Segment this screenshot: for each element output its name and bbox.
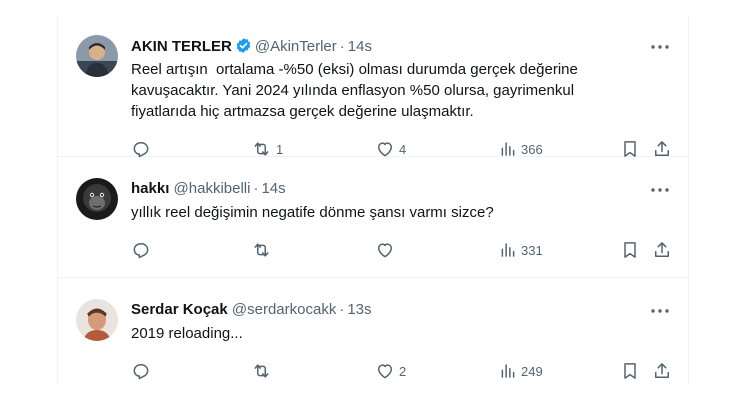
retweet-count: 1 xyxy=(276,141,284,157)
views-chart-icon xyxy=(501,243,515,257)
retweet-icon xyxy=(254,364,269,378)
share-icon xyxy=(655,363,669,378)
tweet-text: Reel artışın ortalama -%50 (eksi) olması… xyxy=(131,61,578,120)
reply-button[interactable] xyxy=(131,360,155,382)
bookmark-button[interactable] xyxy=(620,239,640,261)
more-options-icon[interactable] xyxy=(649,300,671,322)
verified-badge-icon xyxy=(235,37,252,59)
reply-icon xyxy=(133,364,149,380)
view-count: 331 xyxy=(521,242,543,258)
bookmark-icon xyxy=(624,242,636,258)
timeline: AKIN TERLER @AkinTerler · 14s Reel artışın … xyxy=(57,14,689,385)
view-count: 249 xyxy=(521,363,543,379)
author-handle[interactable]: @serdarkocakk xyxy=(232,301,336,318)
view-count: 366 xyxy=(521,141,543,157)
tweet-header: Serdar Koçak @serdarkocakk · 13s xyxy=(131,301,372,319)
tweet[interactable]: AKIN TERLER @AkinTerler · 14s Reel artışın … xyxy=(58,14,688,158)
views-chart-icon xyxy=(501,364,515,378)
separator-dot: · xyxy=(339,301,345,318)
reply-button[interactable] xyxy=(131,239,155,261)
share-icon xyxy=(655,141,669,156)
views-chart-icon xyxy=(501,142,515,156)
timestamp[interactable]: 14s xyxy=(261,180,285,197)
tweet[interactable]: Serdar Koçak @serdarkocakk · 13s 2019 relo… xyxy=(58,278,688,383)
author-handle[interactable]: @hakkibelli xyxy=(174,180,251,197)
views-button[interactable]: 249 xyxy=(499,360,543,382)
bookmark-button[interactable] xyxy=(620,360,640,382)
tweet-header: AKIN TERLER @AkinTerler · 14s xyxy=(131,37,372,59)
like-count: 2 xyxy=(399,363,407,379)
retweet-button[interactable] xyxy=(251,360,276,382)
views-button[interactable]: 331 xyxy=(499,239,543,261)
more-options-icon[interactable] xyxy=(649,36,671,58)
separator-dot: · xyxy=(339,38,345,55)
reply-icon xyxy=(133,142,149,158)
share-button[interactable] xyxy=(652,360,672,382)
bookmark-icon xyxy=(624,141,636,157)
heart-icon xyxy=(378,142,392,157)
tweet-text: yıllık reel değişimin negatife dönme şan… xyxy=(131,204,494,221)
action-bar: 2 249 xyxy=(58,360,688,382)
heart-icon xyxy=(378,364,392,379)
avatar[interactable] xyxy=(76,178,118,220)
tweet-header: hakkı @hakkibelli · 14s xyxy=(131,180,286,198)
reply-icon xyxy=(133,243,149,259)
heart-icon xyxy=(378,243,392,258)
author-handle[interactable]: @AkinTerler xyxy=(255,38,337,55)
avatar[interactable] xyxy=(76,35,118,77)
share-button[interactable] xyxy=(652,239,672,261)
more-options-icon[interactable] xyxy=(649,179,671,201)
tweet[interactable]: hakkı @hakkibelli · 14s yıllık reel değişi… xyxy=(58,157,688,278)
bookmark-icon xyxy=(624,363,636,379)
like-button[interactable] xyxy=(375,239,399,261)
retweet-button[interactable] xyxy=(251,239,276,261)
author-name[interactable]: hakkı xyxy=(131,180,169,197)
avatar[interactable] xyxy=(76,299,118,341)
tweet-text: 2019 reloading... xyxy=(131,325,243,342)
action-bar: 331 xyxy=(58,239,688,261)
retweet-icon xyxy=(254,142,269,156)
separator-dot: · xyxy=(253,180,259,197)
like-button[interactable]: 2 xyxy=(375,360,406,382)
timestamp[interactable]: 13s xyxy=(347,301,371,318)
author-name[interactable]: Serdar Koçak xyxy=(131,301,228,318)
timestamp[interactable]: 14s xyxy=(348,38,372,55)
like-count: 4 xyxy=(399,141,407,157)
retweet-icon xyxy=(254,243,269,257)
share-icon xyxy=(655,242,669,257)
author-name[interactable]: AKIN TERLER xyxy=(131,38,232,55)
